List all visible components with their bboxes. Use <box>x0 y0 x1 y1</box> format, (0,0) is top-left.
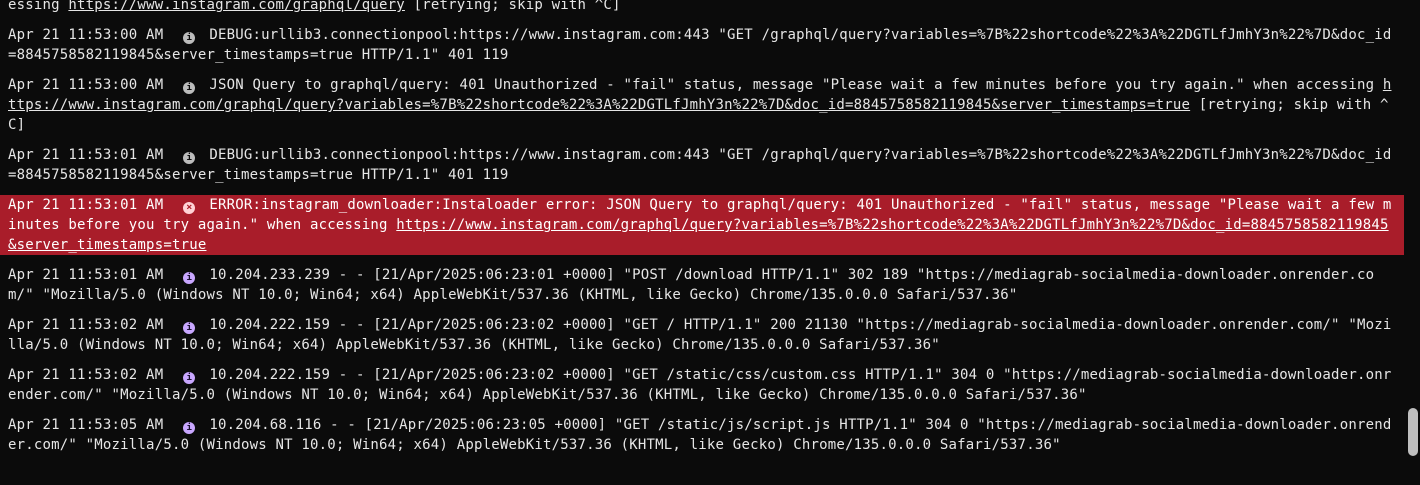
log-entry: essing https://www.instagram.com/graphql… <box>0 0 1404 15</box>
error-icon: × <box>183 202 196 214</box>
log-message: JSON Query to graphql/query: 401 Unautho… <box>209 77 1383 93</box>
log-message: 10.204.68.116 - - [21/Apr/2025:06:23:05 … <box>8 417 1392 453</box>
log-timestamp: Apr 21 11:53:01 AM <box>8 267 164 283</box>
info-icon: i <box>183 82 196 94</box>
info-icon: i <box>183 422 196 434</box>
log-entry-text: essing https://www.instagram.com/graphql… <box>8 0 621 15</box>
log-message: 10.204.222.159 - - [21/Apr/2025:06:23:02… <box>8 317 1392 353</box>
log-entry-text: Apr 21 11:53:02 AM i 10.204.222.159 - - [2… <box>8 315 1396 355</box>
log-entry: Apr 21 11:53:05 AM i 10.204.68.116 - - [21… <box>0 415 1404 455</box>
vertical-scrollbar[interactable] <box>1404 0 1420 485</box>
log-entry-text: Apr 21 11:53:00 AM i JSON Query to graphql… <box>8 75 1396 135</box>
info-icon: i <box>183 322 196 334</box>
info-icon: i <box>183 152 196 164</box>
log-entry-text: Apr 21 11:53:01 AM × ERROR:instagram_downl… <box>8 195 1396 255</box>
log-timestamp: Apr 21 11:53:00 AM <box>8 77 164 93</box>
log-entry-text: Apr 21 11:53:05 AM i 10.204.68.116 - - [21… <box>8 415 1396 455</box>
info-icon: i <box>183 272 196 284</box>
log-timestamp: Apr 21 11:53:05 AM <box>8 417 164 433</box>
log-output: essing https://www.instagram.com/graphql… <box>0 0 1404 465</box>
log-timestamp: Apr 21 11:53:02 AM <box>8 367 164 383</box>
log-timestamp: Apr 21 11:53:01 AM <box>8 197 164 213</box>
log-message: DEBUG:urllib3.connectionpool:https://www… <box>8 27 1392 63</box>
log-message: 10.204.233.239 - - [21/Apr/2025:06:23:01… <box>8 267 1375 303</box>
log-message: essing <box>8 0 69 13</box>
log-timestamp: Apr 21 11:53:00 AM <box>8 27 164 43</box>
log-message: 10.204.222.159 - - [21/Apr/2025:06:23:02… <box>8 367 1392 403</box>
log-entry: Apr 21 11:53:00 AM i JSON Query to graphql… <box>0 75 1404 135</box>
log-entry-text: Apr 21 11:53:00 AM i DEBUG:urllib3.connect… <box>8 25 1396 65</box>
log-link[interactable]: https://www.instagram.com/graphql/query <box>68 0 405 13</box>
log-entry-text: Apr 21 11:53:01 AM i DEBUG:urllib3.connect… <box>8 145 1396 185</box>
info-icon: i <box>183 372 196 384</box>
log-entry-text: Apr 21 11:53:02 AM i 10.204.222.159 - - [2… <box>8 365 1396 405</box>
log-timestamp: Apr 21 11:53:01 AM <box>8 147 164 163</box>
log-entry: Apr 21 11:53:01 AM i 10.204.233.239 - - [2… <box>0 265 1404 305</box>
log-entry: Apr 21 11:53:01 AM i DEBUG:urllib3.connect… <box>0 145 1404 185</box>
log-entry: Apr 21 11:53:02 AM i 10.204.222.159 - - [2… <box>0 365 1404 405</box>
log-entry-error: Apr 21 11:53:01 AM × ERROR:instagram_downl… <box>0 195 1404 255</box>
log-message: [retrying; skip with ^C] <box>404 0 621 13</box>
log-entry: Apr 21 11:53:00 AM i DEBUG:urllib3.connect… <box>0 25 1404 65</box>
log-entry: Apr 21 11:53:02 AM i 10.204.222.159 - - [2… <box>0 315 1404 355</box>
log-message: DEBUG:urllib3.connectionpool:https://www… <box>8 147 1392 183</box>
info-icon: i <box>183 32 196 44</box>
log-entry-text: Apr 21 11:53:01 AM i 10.204.233.239 - - [2… <box>8 265 1396 305</box>
log-timestamp: Apr 21 11:53:02 AM <box>8 317 164 333</box>
scrollbar-thumb[interactable] <box>1408 408 1418 456</box>
